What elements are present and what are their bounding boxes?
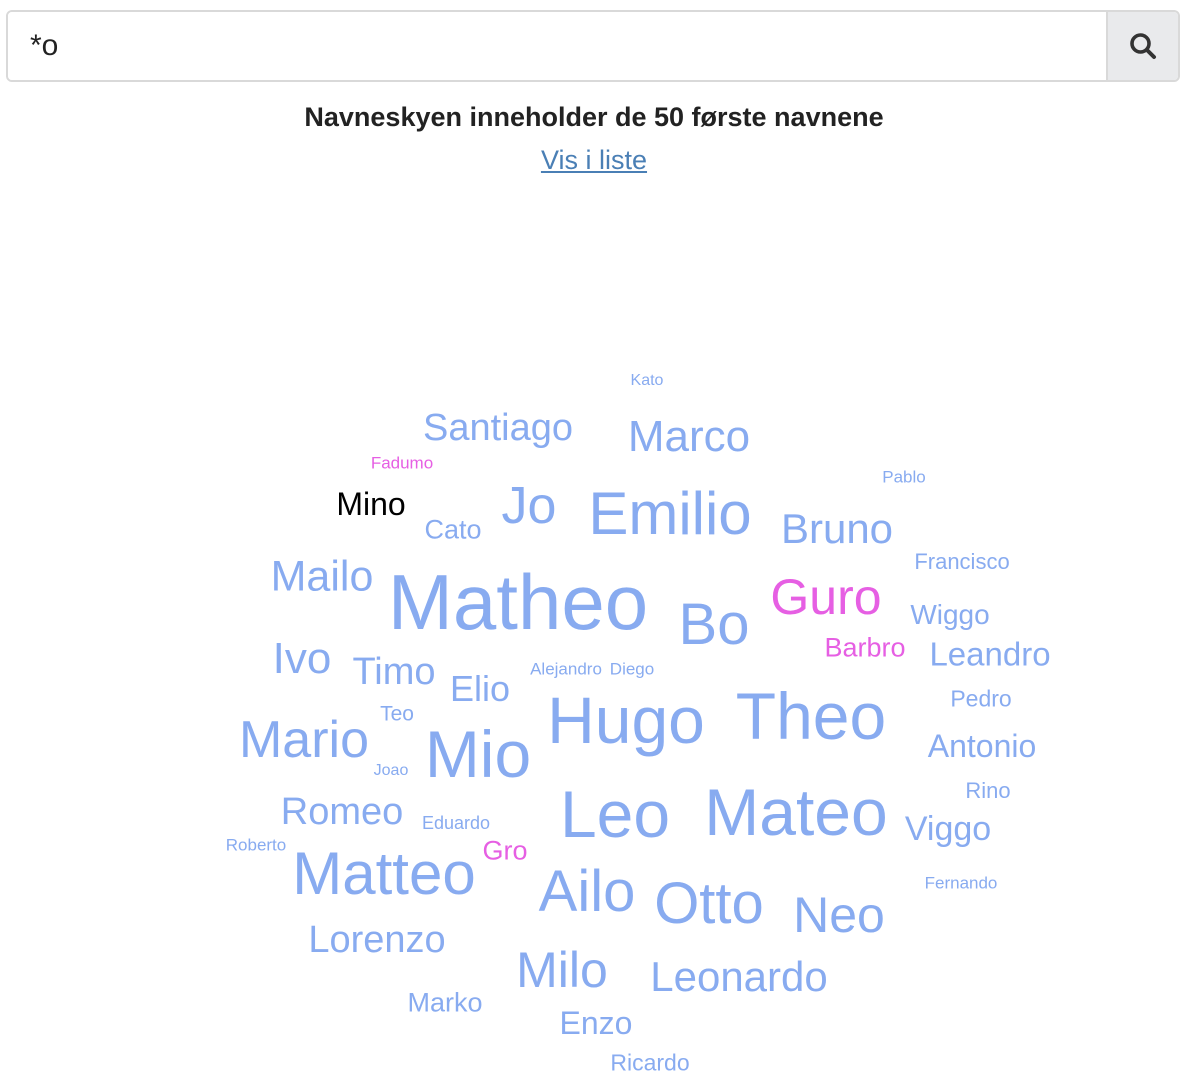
name-cloud-word[interactable]: Diego [610,661,654,678]
name-cloud-word[interactable]: Matheo [388,563,648,641]
name-cloud-word[interactable]: Ailo [539,863,636,921]
name-cloud-word[interactable]: Bruno [781,508,893,550]
name-cloud-word[interactable]: Antonio [928,730,1037,762]
name-cloud-word[interactable]: Teo [380,704,414,725]
name-cloud-word[interactable]: Viggo [905,812,991,846]
name-cloud-word[interactable]: Joao [374,763,409,779]
name-cloud-word[interactable]: Leandro [929,638,1050,671]
name-cloud-word[interactable]: Romeo [281,793,404,831]
name-cloud-word[interactable]: Bo [679,596,750,654]
name-cloud-word[interactable]: Mino [336,488,405,520]
name-cloud-word[interactable]: Barbro [824,634,905,662]
name-cloud-word[interactable]: Alejandro [530,661,602,678]
name-cloud-word[interactable]: Milo [516,945,608,995]
name-cloud-word[interactable]: Francisco [914,551,1009,573]
name-cloud-word[interactable]: Leonardo [650,956,828,998]
name-cloud-word[interactable]: Fernando [925,875,998,892]
name-cloud-word[interactable]: Lorenzo [308,921,445,959]
name-cloud-word[interactable]: Enzo [560,1007,633,1039]
name-cloud-word[interactable]: Ricardo [610,1051,689,1075]
name-cloud-word[interactable]: Guro [770,572,881,622]
name-cloud-word[interactable]: Marko [407,989,482,1017]
name-cloud-word[interactable]: Mailo [271,555,374,599]
name-cloud-word[interactable]: Gro [482,837,527,865]
name-cloud-word[interactable]: Wiggo [910,601,989,629]
name-cloud-word[interactable]: Theo [736,683,886,749]
name-cloud-word[interactable]: Cato [424,516,481,544]
name-cloud-word[interactable]: Roberto [226,837,286,854]
name-cloud-word[interactable]: Timo [352,653,435,691]
name-cloud-word[interactable]: Pedro [950,687,1011,711]
name-cloud-word[interactable]: Santiago [423,409,573,447]
name-cloud-word[interactable]: Mio [425,721,531,787]
name-cloud-word[interactable]: Fadumo [371,455,433,472]
name-cloud: Kato Santiago Marco Fadumo Pablo Mino Jo Emilio… [0,0,1192,1090]
name-cloud-word[interactable]: Otto [654,875,764,933]
name-cloud-word[interactable]: Hugo [547,687,705,753]
name-cloud-word[interactable]: Matteo [292,844,475,904]
name-cloud-word[interactable]: Rino [965,780,1010,802]
name-cloud-word[interactable]: Emilio [588,484,751,544]
name-cloud-word[interactable]: Marco [628,415,750,459]
name-cloud-word[interactable]: Ivo [273,637,332,681]
name-cloud-word[interactable]: Mateo [704,779,887,845]
name-cloud-word[interactable]: Mario [239,714,369,766]
name-cloud-word[interactable]: Eduardo [422,814,490,832]
name-cloud-word[interactable]: Leo [560,781,670,847]
name-cloud-word[interactable]: Neo [793,890,885,940]
name-cloud-word[interactable]: Elio [450,671,510,707]
name-cloud-word[interactable]: Pablo [882,469,925,486]
name-cloud-word[interactable]: Kato [631,373,664,389]
name-cloud-word[interactable]: Jo [502,480,557,532]
